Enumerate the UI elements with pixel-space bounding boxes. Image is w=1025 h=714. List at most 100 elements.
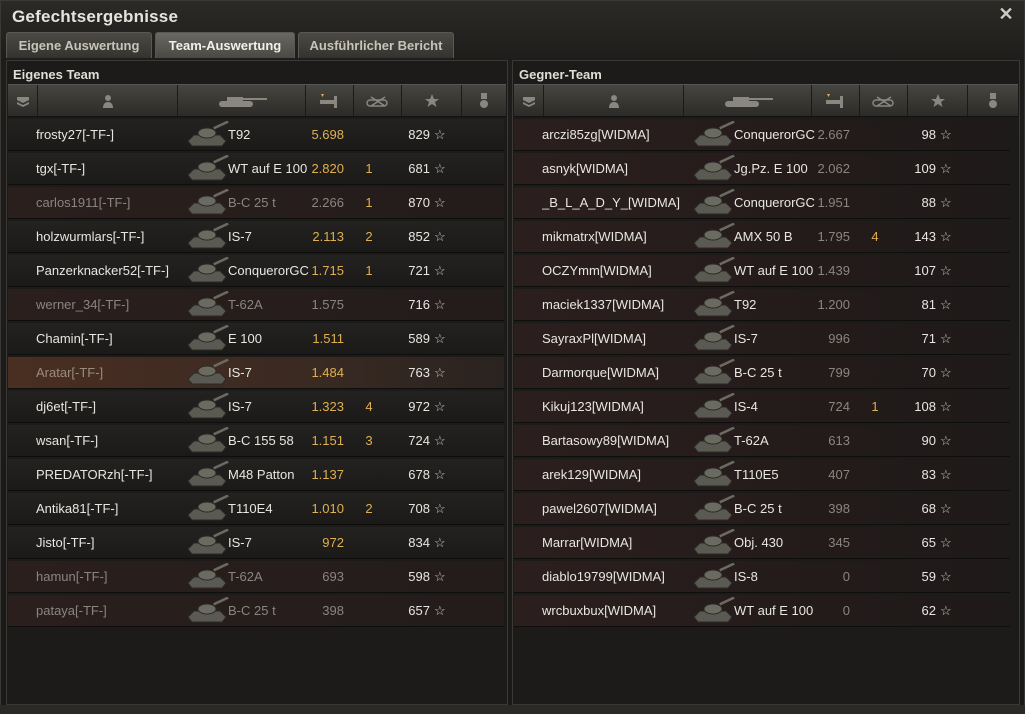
table-row[interactable]: frosty27[-TF-] T92 5.698 829 ☆: [8, 119, 504, 151]
close-icon[interactable]: ✕: [997, 5, 1015, 23]
tank-icon[interactable]: [684, 85, 812, 116]
score-value: 83: [921, 467, 936, 482]
tank-icon: [693, 189, 735, 215]
tab-detailed-report[interactable]: Ausführlicher Bericht: [298, 32, 454, 58]
score-value: 681: [408, 161, 430, 176]
table-row[interactable]: wsan[-TF-] B-C 155 58 1.151 3 724 ☆: [8, 425, 504, 457]
table-row[interactable]: Chamin[-TF-] E 100 1.511 589 ☆: [8, 323, 504, 355]
score-value: 870: [408, 195, 430, 210]
table-row[interactable]: carlos1911[-TF-] B-C 25 t 2.266 1 870 ☆: [8, 187, 504, 219]
kills-value: [354, 595, 384, 627]
tab-team-evaluation[interactable]: Team-Auswertung: [155, 32, 295, 58]
table-row[interactable]: holzwurmlars[-TF-] IS-7 2.113 2 852 ☆: [8, 221, 504, 253]
table-row[interactable]: Antika81[-TF-] T110E4 1.010 2 708 ☆: [8, 493, 504, 525]
damage-value: 996: [828, 331, 850, 346]
star-icon: ☆: [940, 229, 952, 244]
table-row[interactable]: maciek1337[WIDMA] T92 1.200 81 ☆: [514, 289, 1010, 321]
kills-icon[interactable]: [860, 85, 908, 116]
tank-icon: [187, 257, 229, 283]
player-name: PREDATORzh[-TF-]: [36, 467, 153, 482]
kills-value: [860, 561, 890, 593]
table-row[interactable]: OCZYmm[WIDMA] WT auf E 100 1.439 107 ☆: [514, 255, 1010, 287]
damage-value: 724: [828, 399, 850, 414]
player-name: diablo19799[WIDMA]: [542, 569, 665, 584]
table-row[interactable]: arczi85zg[WIDMA] ConquerorGC 2.667 98 ☆: [514, 119, 1010, 151]
score-value: 88: [921, 195, 936, 210]
table-row[interactable]: Aratar[-TF-] IS-7 1.484 763 ☆: [8, 357, 504, 389]
damage-value: 972: [322, 535, 344, 550]
table-row[interactable]: pataya[-TF-] B-C 25 t 398 657 ☆: [8, 595, 504, 627]
table-row[interactable]: Panzerknacker52[-TF-] ConquerorGC 1.715 1 72…: [8, 255, 504, 287]
damage-icon[interactable]: [306, 85, 354, 116]
damage-value: 799: [828, 365, 850, 380]
table-row[interactable]: dj6et[-TF-] IS-7 1.323 4 972 ☆: [8, 391, 504, 423]
player-name: carlos1911[-TF-]: [36, 195, 131, 210]
damage-value: 1.951: [817, 195, 850, 210]
achievement-icon[interactable]: [968, 85, 1018, 116]
star-icon: ☆: [434, 399, 446, 414]
score-value: 65: [921, 535, 936, 550]
tank-name: IS-7: [734, 331, 758, 346]
tank-icon: [693, 223, 735, 249]
player-icon[interactable]: [544, 85, 684, 116]
star-icon: ☆: [940, 365, 952, 380]
tank-icon: [187, 461, 229, 487]
table-row[interactable]: hamun[-TF-] T-62A 693 598 ☆: [8, 561, 504, 593]
medal-star-icon[interactable]: [908, 85, 968, 116]
tank-icon: [693, 257, 735, 283]
platoon-icon[interactable]: [8, 85, 38, 116]
damage-value: 2.113: [312, 229, 344, 244]
kills-value: [860, 153, 890, 185]
table-row[interactable]: werner_34[-TF-] T-62A 1.575 716 ☆: [8, 289, 504, 321]
kills-value: 1: [365, 263, 373, 278]
platoon-icon[interactable]: [514, 85, 544, 116]
tank-icon: [693, 359, 735, 385]
score-value: 972: [408, 399, 430, 414]
table-row[interactable]: pawel2607[WIDMA] B-C 25 t 398 68 ☆: [514, 493, 1010, 525]
table-row[interactable]: asnyk[WIDMA] Jg.Pz. E 100 2.062 109 ☆: [514, 153, 1010, 185]
table-row[interactable]: mikmatrx[WIDMA] AMX 50 B 1.795 4 143 ☆: [514, 221, 1010, 253]
achievement-icon[interactable]: [462, 85, 506, 116]
medal-star-icon[interactable]: [402, 85, 462, 116]
damage-icon[interactable]: [812, 85, 860, 116]
player-name: Jisto[-TF-]: [36, 535, 95, 550]
table-row[interactable]: Jisto[-TF-] IS-7 972 834 ☆: [8, 527, 504, 559]
table-row[interactable]: Kikuj123[WIDMA] IS-4 724 1 108 ☆: [514, 391, 1010, 423]
tank-icon: [693, 325, 735, 351]
star-icon: ☆: [434, 433, 446, 448]
kills-value: 1: [365, 161, 373, 176]
player-name: dj6et[-TF-]: [36, 399, 96, 414]
score-value: 108: [914, 399, 936, 414]
player-name: Bartasowy89[WIDMA]: [542, 433, 670, 448]
kills-icon[interactable]: [354, 85, 402, 116]
damage-value: 398: [828, 501, 850, 516]
kills-value: [354, 119, 384, 151]
tank-name: T92: [734, 297, 757, 312]
tank-icon: [187, 291, 229, 317]
table-row[interactable]: PREDATORzh[-TF-] M48 Patton 1.137 678 ☆: [8, 459, 504, 491]
tab-own-evaluation[interactable]: Eigene Auswertung: [6, 32, 152, 58]
damage-value: 2.667: [817, 127, 850, 142]
table-row[interactable]: _B_L_A_D_Y_[WIDMA] ConquerorGC 1.951 88 ☆: [514, 187, 1010, 219]
table-row[interactable]: wrcbuxbux[WIDMA] WT auf E 100 0 62 ☆: [514, 595, 1010, 627]
table-row[interactable]: Darmorque[WIDMA] B-C 25 t 799 70 ☆: [514, 357, 1010, 389]
table-row[interactable]: SayraxPl[WIDMA] IS-7 996 71 ☆: [514, 323, 1010, 355]
score-value: 657: [408, 603, 430, 618]
kills-value: 1: [365, 195, 373, 210]
player-name: Chamin[-TF-]: [36, 331, 113, 346]
table-row[interactable]: Bartasowy89[WIDMA] T-62A 613 90 ☆: [514, 425, 1010, 457]
kills-value: [860, 425, 890, 457]
table-row[interactable]: Marrar[WIDMA] Obj. 430 345 65 ☆: [514, 527, 1010, 559]
enemy-team-title: Gegner-Team: [519, 67, 602, 82]
player-name: _B_L_A_D_Y_[WIDMA]: [542, 195, 681, 210]
table-row[interactable]: tgx[-TF-] WT auf E 100 2.820 1 681 ☆: [8, 153, 504, 185]
score-value: 68: [921, 501, 936, 516]
player-name: Antika81[-TF-]: [36, 501, 119, 516]
table-row[interactable]: arek129[WIDMA] T110E5 407 83 ☆: [514, 459, 1010, 491]
tank-name: B-C 25 t: [228, 195, 276, 210]
score-value: 852: [408, 229, 430, 244]
tank-icon[interactable]: [178, 85, 306, 116]
table-row[interactable]: diablo19799[WIDMA] IS-8 0 59 ☆: [514, 561, 1010, 593]
player-icon[interactable]: [38, 85, 178, 116]
damage-value: 1.575: [311, 297, 344, 312]
